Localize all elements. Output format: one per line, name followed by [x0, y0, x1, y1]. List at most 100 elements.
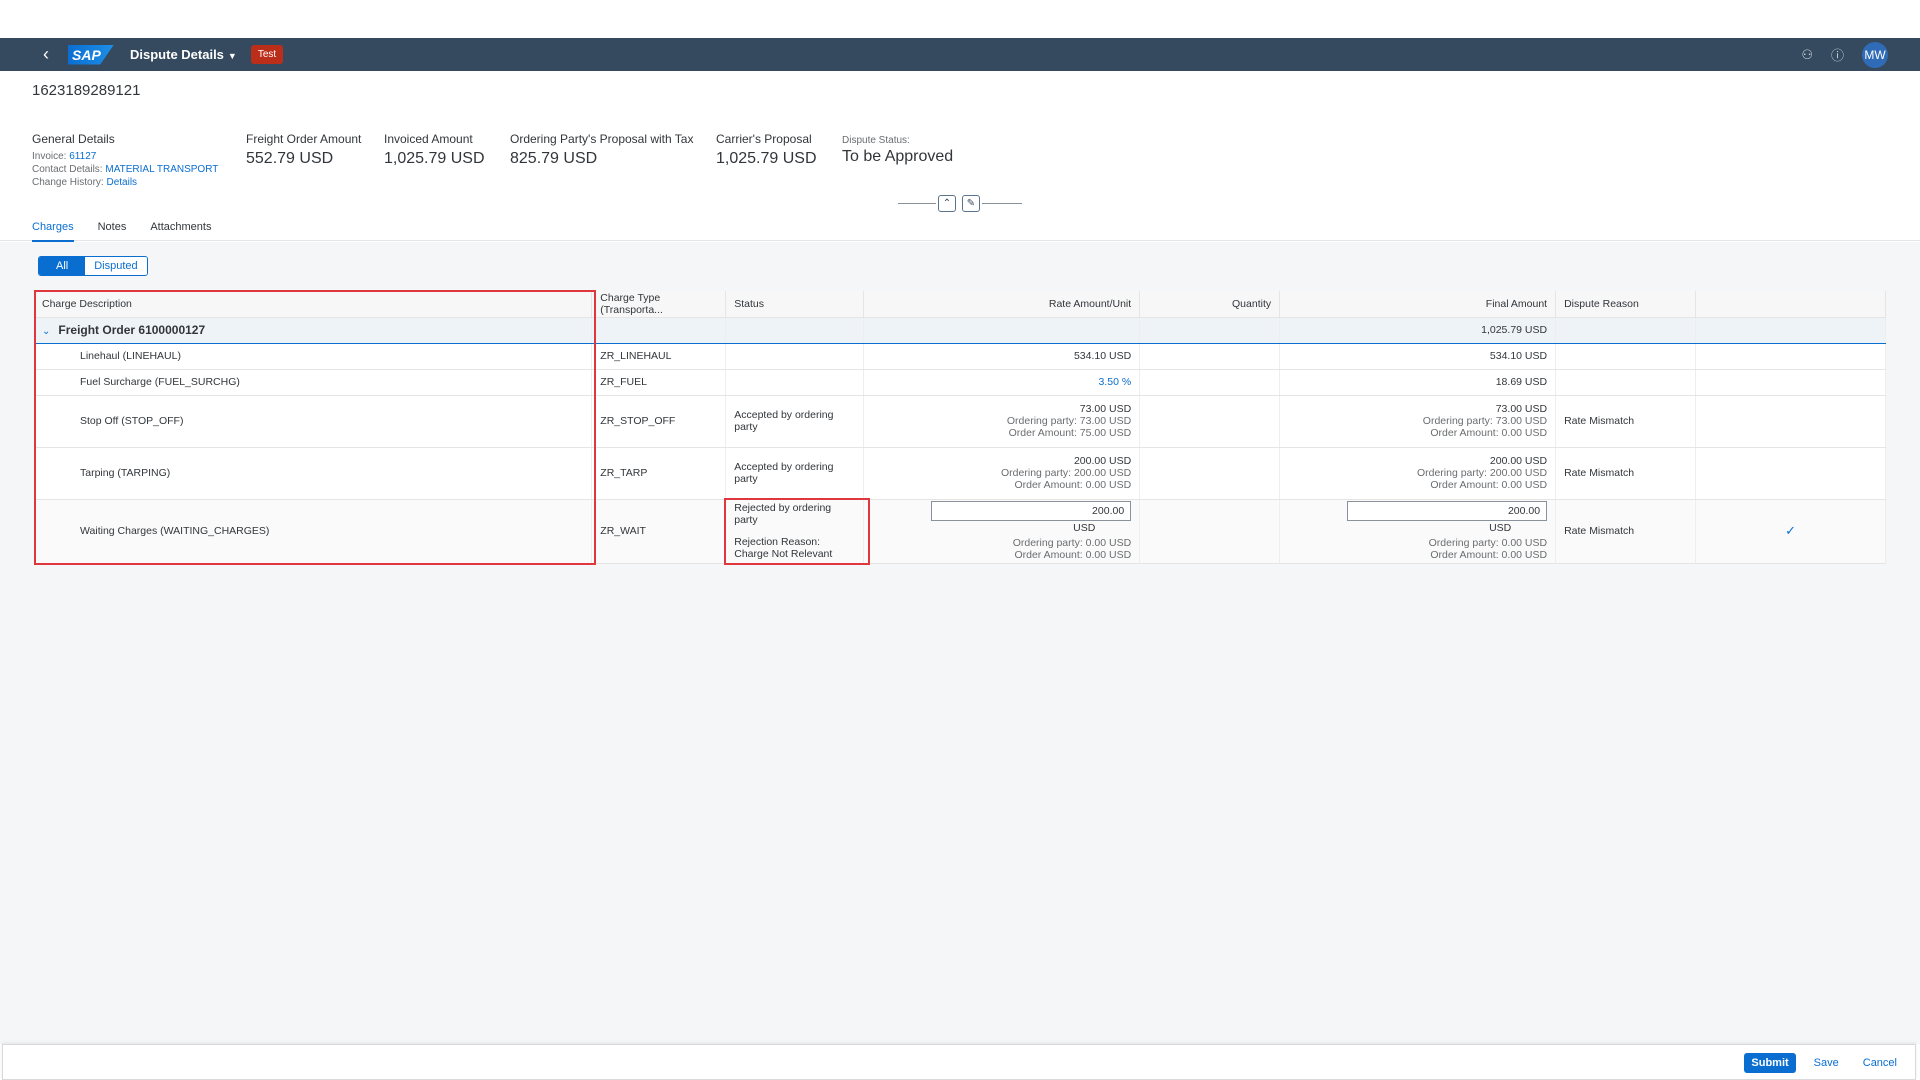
- final-amount-input[interactable]: 200.00: [1347, 501, 1548, 522]
- dispute-status: Dispute Status: To be Approved: [842, 135, 953, 166]
- kpi-value: 552.79 USD: [246, 150, 334, 167]
- charge-description: Tarping (TARPING): [34, 447, 593, 500]
- caret-down-icon: ▼: [227, 51, 237, 61]
- table-row[interactable]: Tarping (TARPING) ZR_TARP Accepted by or…: [34, 447, 1886, 500]
- connection-icon[interactable]: ⚇: [1801, 47, 1813, 63]
- charge-type: ZR_LINEHAUL: [591, 343, 727, 370]
- quantity: [1139, 343, 1281, 370]
- table-row[interactable]: Linehaul (LINEHAUL) ZR_LINEHAUL 534.10 U…: [34, 343, 1886, 370]
- kpi-label: Invoiced Amount: [384, 132, 473, 146]
- footer-toolbar: Submit Save Cancel: [2, 1044, 1916, 1080]
- status-label: Dispute Status:: [842, 135, 910, 146]
- environment-badge: Test: [250, 45, 284, 64]
- rate-ordering-party: Ordering party: 200.00 USD: [1001, 467, 1132, 479]
- col-rate-amount[interactable]: Rate Amount/Unit: [863, 291, 1141, 318]
- charge-type: ZR_FUEL: [591, 369, 727, 396]
- group-final-amount: 1,025.79 USD: [1279, 317, 1557, 344]
- chevron-down-icon[interactable]: ⌄: [42, 326, 50, 337]
- final-amount: 18.69 USD: [1279, 369, 1557, 396]
- charge-type: ZR_TARP: [591, 447, 727, 500]
- kpi-label: Ordering Party's Proposal with Tax: [510, 132, 694, 146]
- charge-type: ZR_WAIT: [591, 499, 727, 564]
- final-unit: USD: [1489, 521, 1512, 534]
- tab-notes[interactable]: Notes: [98, 221, 127, 242]
- filter-disputed-button[interactable]: Disputed: [85, 257, 147, 275]
- col-charge-description[interactable]: Charge Description: [34, 291, 593, 318]
- general-details-label: General Details: [32, 132, 115, 146]
- carrier-proposal: Carrier's Proposal 1,025.79 USD: [716, 132, 817, 168]
- charge-description: Linehaul (LINEHAUL): [34, 343, 593, 370]
- invoice-label: Invoice:: [32, 151, 67, 162]
- cancel-button[interactable]: Cancel: [1857, 1053, 1903, 1073]
- invoiced-amount: Invoiced Amount 1,025.79 USD: [384, 132, 485, 168]
- user-avatar[interactable]: MW: [1862, 41, 1888, 68]
- rate-unit: USD: [1073, 521, 1096, 534]
- collapse-header-button[interactable]: ⌃: [938, 195, 956, 212]
- dispute-reason: [1555, 343, 1697, 370]
- final-amount: 73.00 USD: [1495, 403, 1548, 415]
- rejection-reason-label: Rejection Reason:: [734, 536, 821, 548]
- group-row[interactable]: ⌄ Freight Order 6100000127 1,025.79 USD: [34, 317, 1886, 344]
- app-title-menu[interactable]: Dispute Details ▼: [130, 47, 237, 62]
- col-status[interactable]: Status: [725, 291, 865, 318]
- table-row[interactable]: Fuel Surcharge (FUEL_SURCHG) ZR_FUEL 3.5…: [34, 369, 1886, 396]
- back-button[interactable]: ‹: [36, 44, 56, 65]
- final-ordering-party: Ordering party: 0.00 USD: [1428, 536, 1548, 549]
- history-link[interactable]: Details: [106, 177, 137, 188]
- contact-link[interactable]: MATERIAL TRANSPORT: [105, 164, 218, 175]
- invoice-link[interactable]: 61127: [69, 151, 96, 162]
- rate-amount-input[interactable]: 200.00: [931, 501, 1132, 522]
- filter-all-button[interactable]: All: [39, 257, 86, 275]
- submit-button[interactable]: Submit: [1744, 1053, 1796, 1073]
- quantity: [1139, 369, 1281, 396]
- quantity: [1139, 447, 1281, 500]
- tab-charges[interactable]: Charges: [32, 221, 74, 242]
- col-quantity[interactable]: Quantity: [1139, 291, 1281, 318]
- save-button[interactable]: Save: [1808, 1053, 1845, 1073]
- rate-amount: 534.10 USD: [863, 343, 1141, 370]
- sap-logo: SAP: [68, 44, 114, 65]
- kpi-value: 825.79 USD: [510, 150, 598, 167]
- checkmark-icon[interactable]: ✓: [1695, 499, 1886, 564]
- quantity: [1139, 395, 1281, 448]
- dispute-reason: [1555, 369, 1697, 396]
- quantity: [1139, 499, 1281, 564]
- charge-status: Rejected by ordering party: [734, 502, 832, 526]
- object-title: 1623189289121: [32, 82, 141, 99]
- freight-order-amount: Freight Order Amount 552.79 USD: [246, 132, 361, 168]
- status-value: To be Approved: [842, 148, 954, 165]
- rate-ordering-party: Ordering party: 0.00 USD: [1012, 536, 1132, 549]
- charge-filter: All Disputed: [38, 256, 148, 276]
- rate-amount: 73.00 USD: [1079, 403, 1132, 415]
- general-details: General Details Invoice: 61127 Contact D…: [32, 132, 218, 189]
- col-selection: [1695, 291, 1886, 318]
- final-ordering-party: Ordering party: 73.00 USD: [1422, 415, 1548, 427]
- kpi-value: 1,025.79 USD: [384, 150, 485, 167]
- table-row[interactable]: Stop Off (STOP_OFF) ZR_STOP_OFF Accepted…: [34, 395, 1886, 448]
- history-label: Change History:: [32, 177, 104, 188]
- final-order-amount: Order Amount: 0.00 USD: [1430, 427, 1548, 439]
- col-final-amount[interactable]: Final Amount: [1279, 291, 1557, 318]
- help-icon[interactable]: ⓘ: [1831, 45, 1844, 64]
- rate-amount-link[interactable]: 3.50 %: [1098, 376, 1131, 388]
- contact-label: Contact Details:: [32, 164, 103, 175]
- pin-header-button[interactable]: ✎: [962, 195, 980, 212]
- final-order-amount: Order Amount: 0.00 USD: [1430, 548, 1548, 561]
- rate-amount: 200.00 USD: [1073, 455, 1132, 467]
- object-header: 1623189289121 General Details Invoice: 6…: [0, 71, 1920, 242]
- final-ordering-party: Ordering party: 200.00 USD: [1416, 467, 1548, 479]
- tab-attachments[interactable]: Attachments: [150, 221, 211, 242]
- shell-bar: ‹ SAP Dispute Details ▼ Test ⚇ ⓘ MW: [0, 38, 1920, 71]
- rate-ordering-party: Ordering party: 73.00 USD: [1006, 415, 1132, 427]
- kpi-label: Freight Order Amount: [246, 132, 362, 146]
- rejection-reason-value: Charge Not Relevant: [734, 548, 833, 560]
- table-header-row: Charge Description Charge Type (Transpor…: [34, 291, 1886, 318]
- rate-order-amount: Order Amount: 75.00 USD: [1008, 427, 1132, 439]
- table-row[interactable]: Waiting Charges (WAITING_CHARGES) ZR_WAI…: [34, 499, 1886, 564]
- final-order-amount: Order Amount: 0.00 USD: [1430, 479, 1548, 491]
- final-amount: 200.00 USD: [1489, 455, 1548, 467]
- group-name: Freight Order 6100000127: [58, 323, 206, 337]
- col-dispute-reason[interactable]: Dispute Reason: [1555, 291, 1697, 318]
- col-charge-type[interactable]: Charge Type (Transporta...: [591, 291, 727, 318]
- charge-description: Stop Off (STOP_OFF): [34, 395, 593, 448]
